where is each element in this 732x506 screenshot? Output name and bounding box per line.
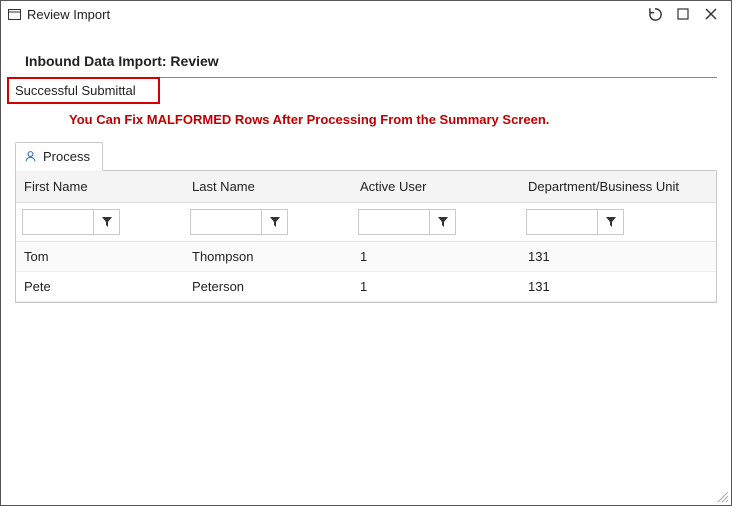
status-bar: Successful Submittal: [15, 77, 717, 104]
filter-icon: [437, 216, 449, 228]
col-header-active-user[interactable]: Active User: [352, 171, 520, 202]
filter-last-name[interactable]: [190, 209, 262, 235]
filter-department[interactable]: [526, 209, 598, 235]
table-row[interactable]: Pete Peterson 1 131: [16, 272, 716, 302]
filter-icon: [605, 216, 617, 228]
cell-department: 131: [520, 272, 716, 301]
refresh-button[interactable]: [641, 3, 669, 25]
filter-icon: [269, 216, 281, 228]
data-grid: First Name Last Name Active User Departm…: [15, 170, 717, 303]
person-icon: [24, 150, 37, 163]
filter-icon: [101, 216, 113, 228]
resize-grip[interactable]: [715, 489, 729, 503]
grid-body: Tom Thompson 1 131 Pete Peterson 1 131: [16, 242, 716, 302]
tab-label: Process: [43, 149, 90, 164]
filter-button-active-user[interactable]: [430, 209, 456, 235]
col-header-first-name[interactable]: First Name: [16, 171, 184, 202]
cell-first-name: Pete: [16, 272, 184, 301]
close-button[interactable]: [697, 3, 725, 25]
maximize-button[interactable]: [669, 3, 697, 25]
content-area: Inbound Data Import: Review Successful S…: [1, 27, 731, 505]
titlebar: Review Import: [1, 1, 731, 27]
cell-department: 131: [520, 242, 716, 271]
table-row[interactable]: Tom Thompson 1 131: [16, 242, 716, 272]
page-title: Inbound Data Import: Review: [15, 41, 717, 77]
window-title: Review Import: [27, 7, 110, 22]
col-header-department[interactable]: Department/Business Unit: [520, 171, 716, 202]
filter-button-department[interactable]: [598, 209, 624, 235]
cell-active-user: 1: [352, 242, 520, 271]
col-header-last-name[interactable]: Last Name: [184, 171, 352, 202]
filter-button-last-name[interactable]: [262, 209, 288, 235]
window-icon: [7, 7, 21, 21]
tab-process[interactable]: Process: [15, 142, 103, 171]
filter-button-first-name[interactable]: [94, 209, 120, 235]
cell-last-name: Peterson: [184, 272, 352, 301]
filter-first-name[interactable]: [22, 209, 94, 235]
filter-active-user[interactable]: [358, 209, 430, 235]
cell-last-name: Thompson: [184, 242, 352, 271]
cell-active-user: 1: [352, 272, 520, 301]
tabstrip: Process: [15, 141, 717, 170]
grid-filter-row: [16, 203, 716, 242]
grid-header: First Name Last Name Active User Departm…: [16, 171, 716, 203]
cell-first-name: Tom: [16, 242, 184, 271]
status-badge: Successful Submittal: [7, 77, 160, 104]
warning-text: You Can Fix MALFORMED Rows After Process…: [15, 104, 717, 141]
